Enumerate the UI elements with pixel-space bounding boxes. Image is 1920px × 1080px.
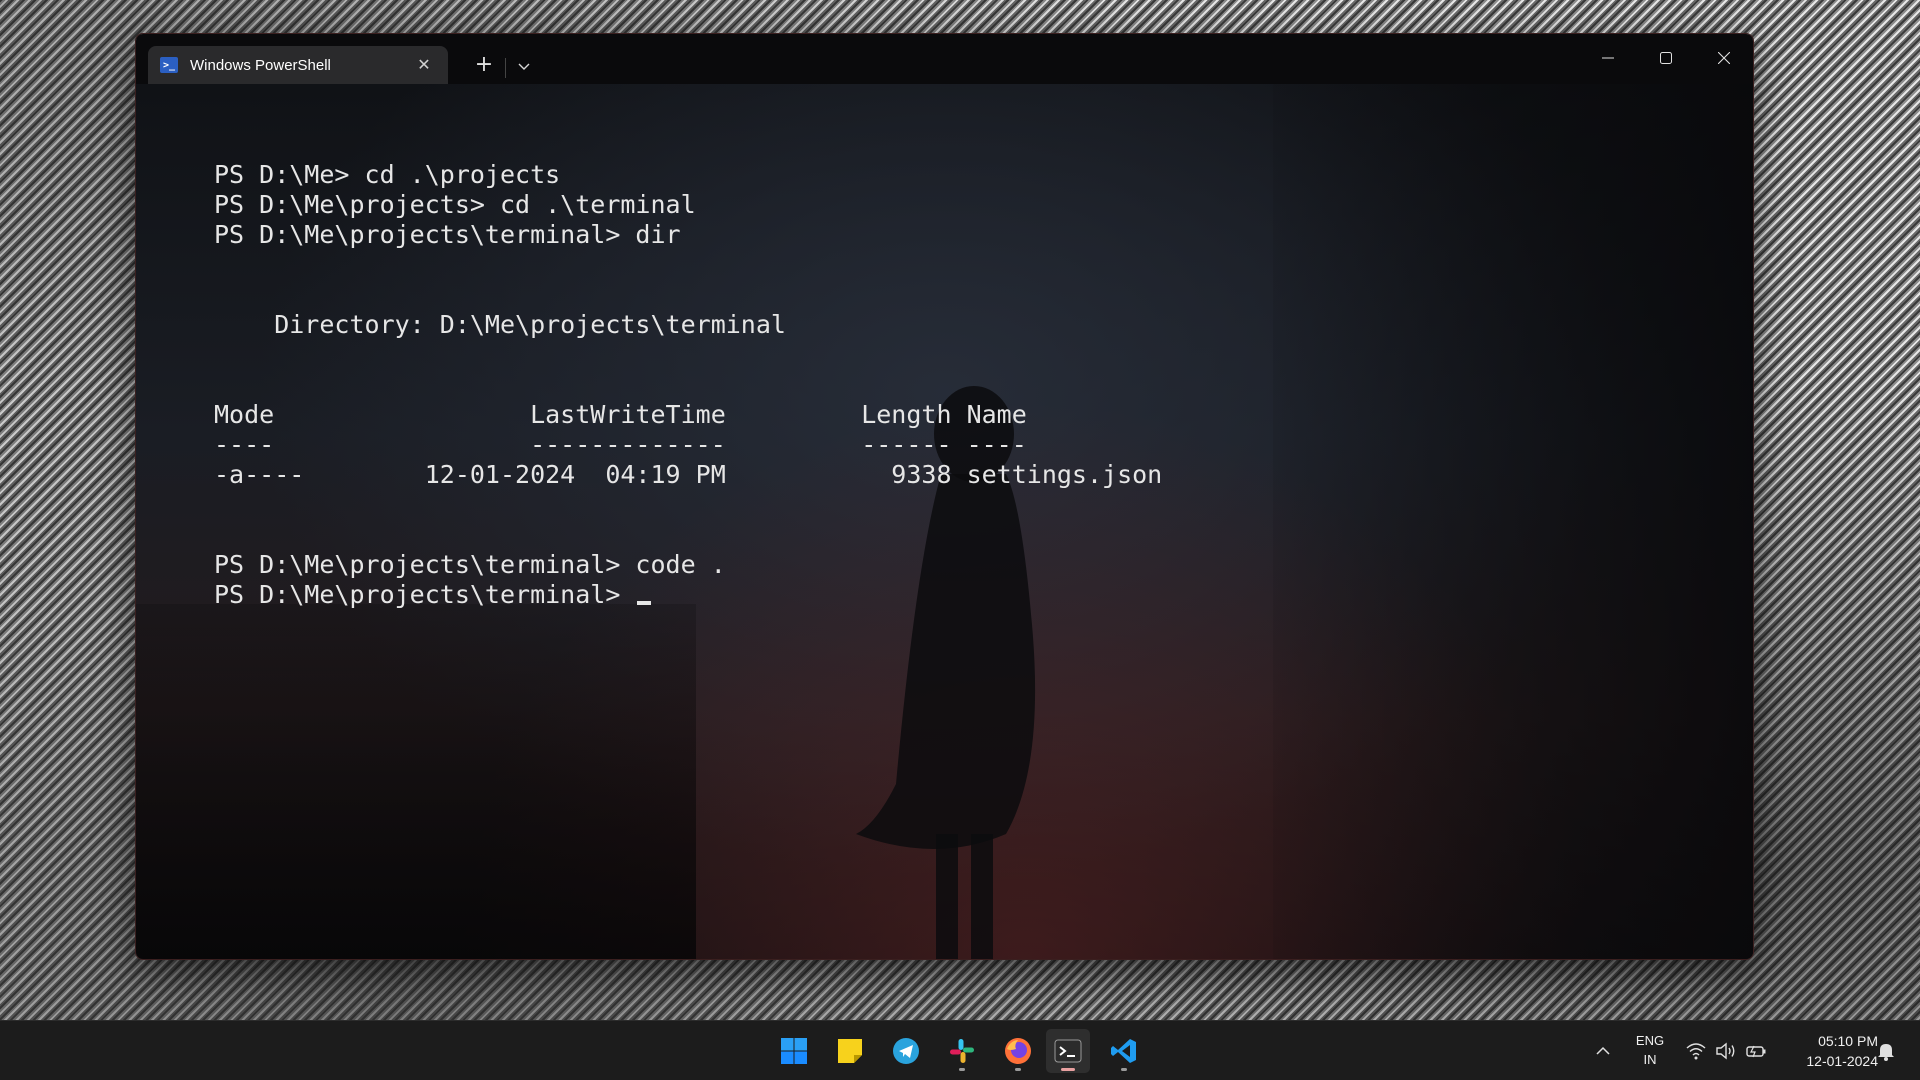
chevron-down-icon	[518, 63, 530, 70]
slack-app[interactable]	[940, 1029, 984, 1073]
chevron-up-icon	[1596, 1046, 1610, 1055]
tab-dropdown-button[interactable]	[506, 48, 542, 84]
terminal-line: PS D:\Me> cd .\projects	[214, 160, 1162, 190]
tab-windows-powershell[interactable]: >_ Windows PowerShell ✕	[148, 46, 448, 84]
vscode-app[interactable]	[1102, 1029, 1146, 1073]
terminal-line-text: Directory: D:\Me\projects\terminal	[214, 310, 786, 339]
firefox-icon	[1005, 1038, 1031, 1064]
sticky-notes-app[interactable]	[828, 1029, 872, 1073]
slack-icon	[950, 1039, 974, 1063]
terminal-line-text: PS D:\Me\projects> cd .\terminal	[214, 190, 696, 219]
sticky-notes-icon	[838, 1039, 862, 1063]
tab-title: Windows PowerShell	[190, 56, 331, 74]
wifi-button[interactable]	[1684, 1039, 1708, 1063]
terminal-line: PS D:\Me\projects\terminal> dir	[214, 220, 1162, 250]
close-icon	[1718, 52, 1730, 64]
wifi-icon	[1686, 1043, 1706, 1060]
clock[interactable]: 05:10 PM 12-01-2024	[1778, 1031, 1878, 1071]
battery-icon	[1746, 1045, 1766, 1058]
powershell-icon: >_	[160, 57, 178, 73]
terminal-window[interactable]: >_ Windows PowerShell ✕ + PS D:\Me> cd .…	[135, 33, 1754, 960]
terminal-line: ---- ------------- ------ ----	[214, 430, 1162, 460]
terminal-line: PS D:\Me\projects\terminal>	[214, 580, 1162, 610]
text-cursor	[637, 601, 652, 605]
running-indicator	[1015, 1068, 1021, 1071]
terminal-pane[interactable]: PS D:\Me> cd .\projects PS D:\Me\projects…	[136, 84, 1753, 959]
clock-date: 12-01-2024	[1806, 1053, 1878, 1069]
background-trees-right	[1273, 84, 1753, 959]
show-hidden-icons-button[interactable]	[1590, 1038, 1616, 1064]
terminal-line: Directory: D:\Me\projects\terminal	[214, 310, 1162, 340]
terminal-line: PS D:\Me\projects\terminal> code .	[214, 550, 1162, 580]
telegram-icon	[893, 1038, 919, 1064]
terminal-line-text: Mode LastWriteTime Length Name	[214, 400, 1027, 429]
maximize-button[interactable]	[1637, 34, 1695, 82]
running-indicator	[959, 1068, 965, 1071]
language-code: ENG	[1635, 1033, 1665, 1048]
background-trees-left	[136, 604, 696, 959]
terminal-line-text: PS D:\Me\projects\terminal>	[214, 580, 636, 609]
terminal-line-text: PS D:\Me\projects\terminal> code .	[214, 550, 726, 579]
title-bar[interactable]: >_ Windows PowerShell ✕ +	[136, 34, 1753, 84]
terminal-icon	[1054, 1039, 1082, 1063]
minimize-button[interactable]	[1579, 34, 1637, 82]
close-window-button[interactable]	[1695, 34, 1753, 82]
terminal-line: Mode LastWriteTime Length Name	[214, 400, 1162, 430]
terminal-line: -a---- 12-01-2024 04:19 PM 9338 settings…	[214, 460, 1162, 490]
taskbar: ENG IN 05:10 PM 12-01-2024	[0, 1020, 1920, 1080]
terminal-output[interactable]: PS D:\Me> cd .\projects PS D:\Me\projects…	[214, 160, 1162, 610]
terminal-line-text: PS D:\Me\projects\terminal> dir	[214, 220, 681, 249]
start-button[interactable]	[772, 1029, 816, 1073]
terminal-app[interactable]	[1046, 1029, 1090, 1073]
clock-time: 05:10 PM	[1818, 1033, 1878, 1049]
firefox-app[interactable]	[996, 1029, 1040, 1073]
tab-close-icon[interactable]: ✕	[414, 55, 434, 75]
new-tab-button[interactable]: +	[466, 48, 502, 84]
notification-bell-icon	[1878, 1044, 1894, 1061]
input-language-indicator[interactable]: ENG IN	[1628, 1031, 1672, 1069]
terminal-line-text: PS D:\Me> cd .\projects	[214, 160, 561, 189]
maximize-icon	[1660, 52, 1672, 64]
terminal-line-text: ---- ------------- ------ ----	[214, 430, 1027, 459]
volume-button[interactable]	[1714, 1039, 1738, 1063]
windows-start-icon	[781, 1038, 807, 1064]
notifications-button[interactable]	[1874, 1039, 1898, 1063]
running-indicator	[1061, 1068, 1075, 1071]
volume-icon	[1716, 1042, 1735, 1060]
telegram-app[interactable]	[884, 1029, 928, 1073]
battery-button[interactable]	[1744, 1039, 1768, 1063]
minimize-icon	[1602, 57, 1614, 59]
terminal-line-text: -a---- 12-01-2024 04:19 PM 9338 settings…	[214, 460, 1163, 489]
keyboard-region: IN	[1643, 1052, 1657, 1067]
terminal-line: PS D:\Me\projects> cd .\terminal	[214, 190, 1162, 220]
vscode-icon	[1111, 1039, 1136, 1063]
running-indicator	[1121, 1068, 1127, 1071]
